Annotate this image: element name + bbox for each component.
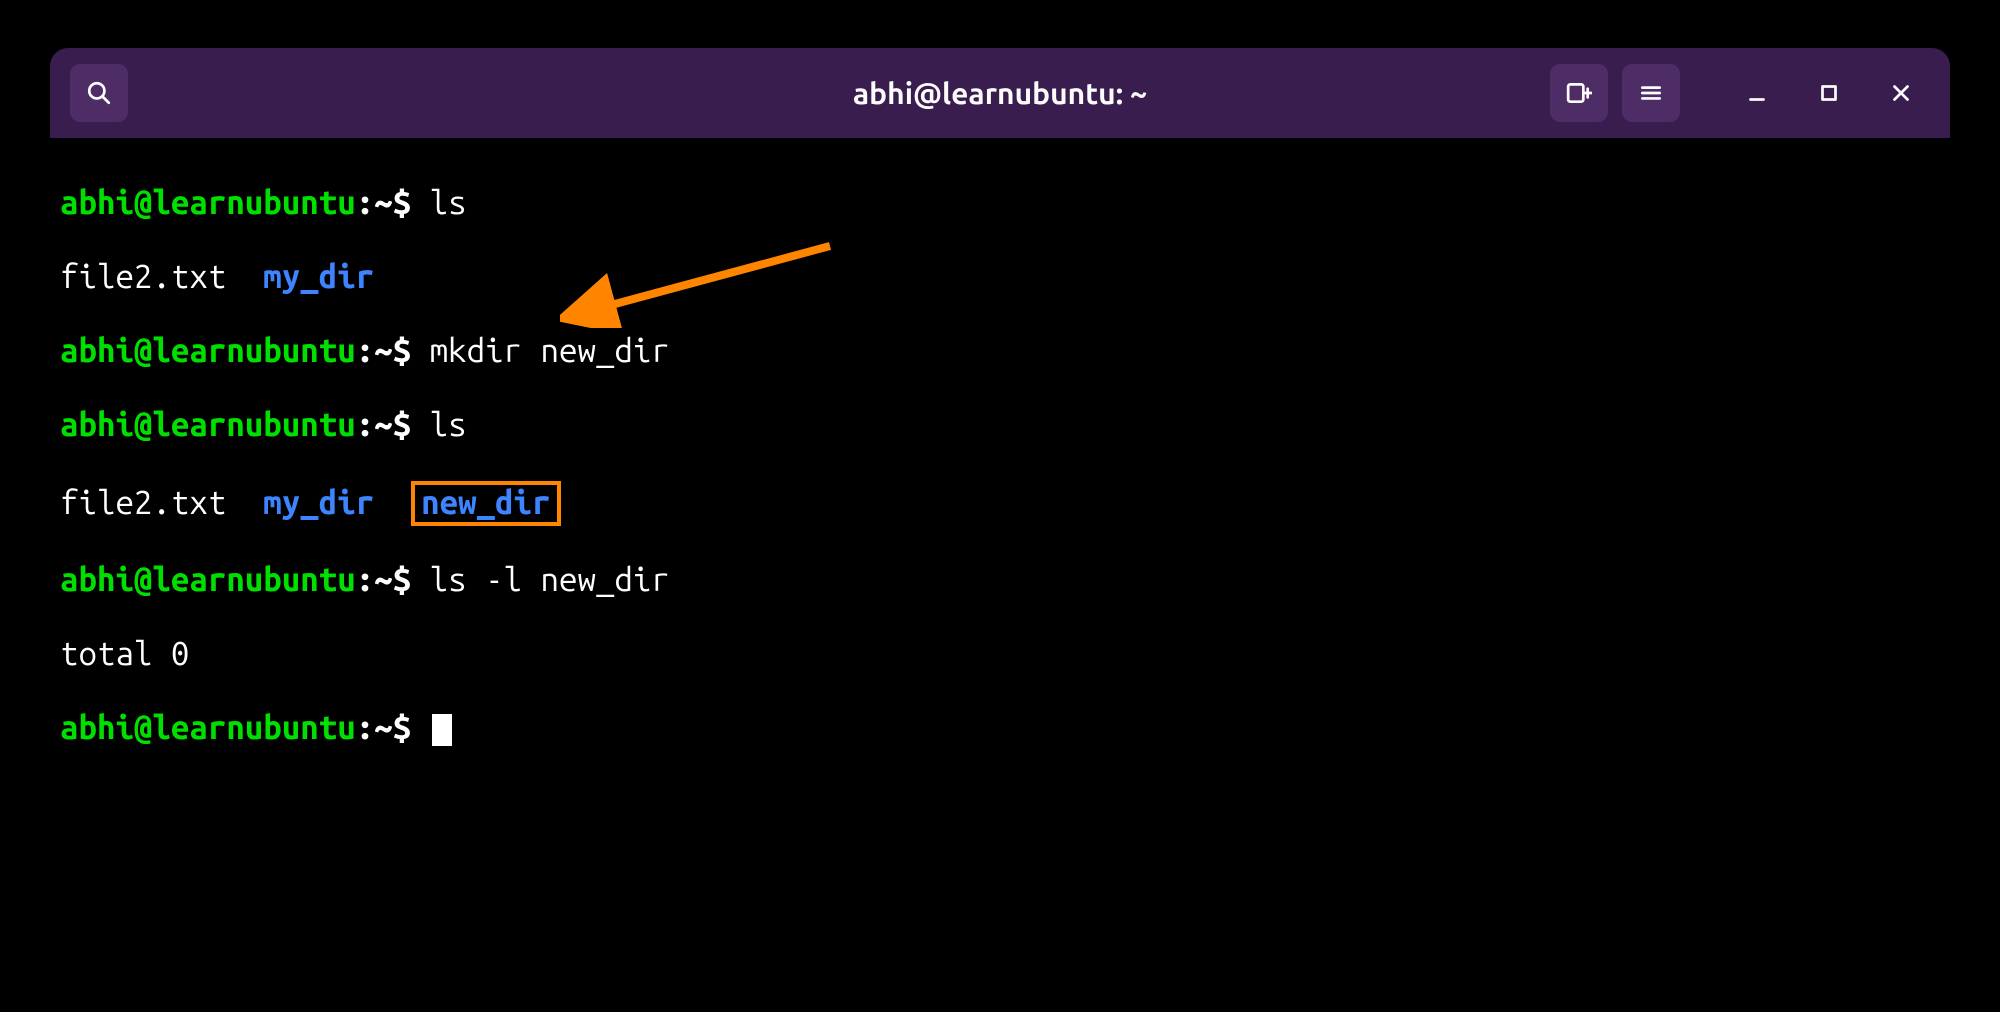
prompt-path: ~ bbox=[374, 184, 392, 221]
command-text: mkdir new_dir bbox=[430, 332, 670, 369]
titlebar-right bbox=[1550, 64, 1930, 122]
search-button[interactable] bbox=[70, 64, 128, 122]
prompt-user: abhi@learnubuntu bbox=[60, 561, 356, 598]
prompt-path: ~ bbox=[374, 561, 392, 598]
cursor bbox=[432, 714, 452, 746]
search-icon bbox=[86, 80, 112, 106]
terminal-line: file2.txt my_dir new_dir bbox=[60, 481, 1940, 526]
terminal-window: abhi@learnubuntu: ~ bbox=[50, 48, 1950, 1012]
window-title: abhi@learnubuntu: ~ bbox=[853, 76, 1147, 110]
dir-entry: new_dir bbox=[421, 484, 550, 521]
prompt-symbol: $ bbox=[393, 561, 411, 598]
prompt-user: abhi@learnubuntu bbox=[60, 184, 356, 221]
prompt-user: abhi@learnubuntu bbox=[60, 406, 356, 443]
terminal-line: abhi@learnubuntu:~$ ls bbox=[60, 185, 1940, 222]
prompt-sep: : bbox=[356, 709, 374, 746]
titlebar-left bbox=[70, 64, 128, 122]
new-tab-button[interactable] bbox=[1550, 64, 1608, 122]
prompt-path: ~ bbox=[374, 406, 392, 443]
titlebar: abhi@learnubuntu: ~ bbox=[50, 48, 1950, 138]
minimize-button[interactable] bbox=[1728, 64, 1786, 122]
prompt-user: abhi@learnubuntu bbox=[60, 332, 356, 369]
prompt-symbol: $ bbox=[393, 406, 411, 443]
new-tab-icon bbox=[1566, 80, 1592, 106]
terminal-line: total 0 bbox=[60, 636, 1940, 673]
maximize-icon bbox=[1816, 80, 1842, 106]
command-text: ls bbox=[430, 184, 467, 221]
file-entry: file2.txt bbox=[60, 484, 226, 521]
terminal-body[interactable]: abhi@learnubuntu:~$ ls file2.txt my_dir … bbox=[50, 138, 1950, 1012]
terminal-line: abhi@learnubuntu:~$ ls bbox=[60, 407, 1940, 444]
menu-button[interactable] bbox=[1622, 64, 1680, 122]
prompt-symbol: $ bbox=[393, 184, 411, 221]
prompt-sep: : bbox=[356, 332, 374, 369]
terminal-line: abhi@learnubuntu:~$ bbox=[60, 710, 1940, 747]
command-text: ls -l new_dir bbox=[430, 561, 670, 598]
dir-entry: my_dir bbox=[263, 484, 374, 521]
prompt-user: abhi@learnubuntu bbox=[60, 709, 356, 746]
annotation-highlight: new_dir bbox=[411, 481, 560, 526]
prompt-sep: : bbox=[356, 561, 374, 598]
prompt-sep: : bbox=[356, 184, 374, 221]
prompt-symbol: $ bbox=[393, 332, 411, 369]
prompt-path: ~ bbox=[374, 332, 392, 369]
prompt-path: ~ bbox=[374, 709, 392, 746]
output-text: total 0 bbox=[60, 635, 189, 672]
prompt-sep: : bbox=[356, 406, 374, 443]
minimize-icon bbox=[1744, 80, 1770, 106]
terminal-line: abhi@learnubuntu:~$ ls -l new_dir bbox=[60, 562, 1940, 599]
close-icon bbox=[1888, 80, 1914, 106]
dir-entry: my_dir bbox=[263, 258, 374, 295]
hamburger-menu-icon bbox=[1638, 80, 1664, 106]
prompt-symbol: $ bbox=[393, 709, 411, 746]
terminal-line: abhi@learnubuntu:~$ mkdir new_dir bbox=[60, 333, 1940, 370]
close-button[interactable] bbox=[1872, 64, 1930, 122]
maximize-button[interactable] bbox=[1800, 64, 1858, 122]
terminal-line: file2.txt my_dir bbox=[60, 259, 1940, 296]
file-entry: file2.txt bbox=[60, 258, 226, 295]
command-text: ls bbox=[430, 406, 467, 443]
